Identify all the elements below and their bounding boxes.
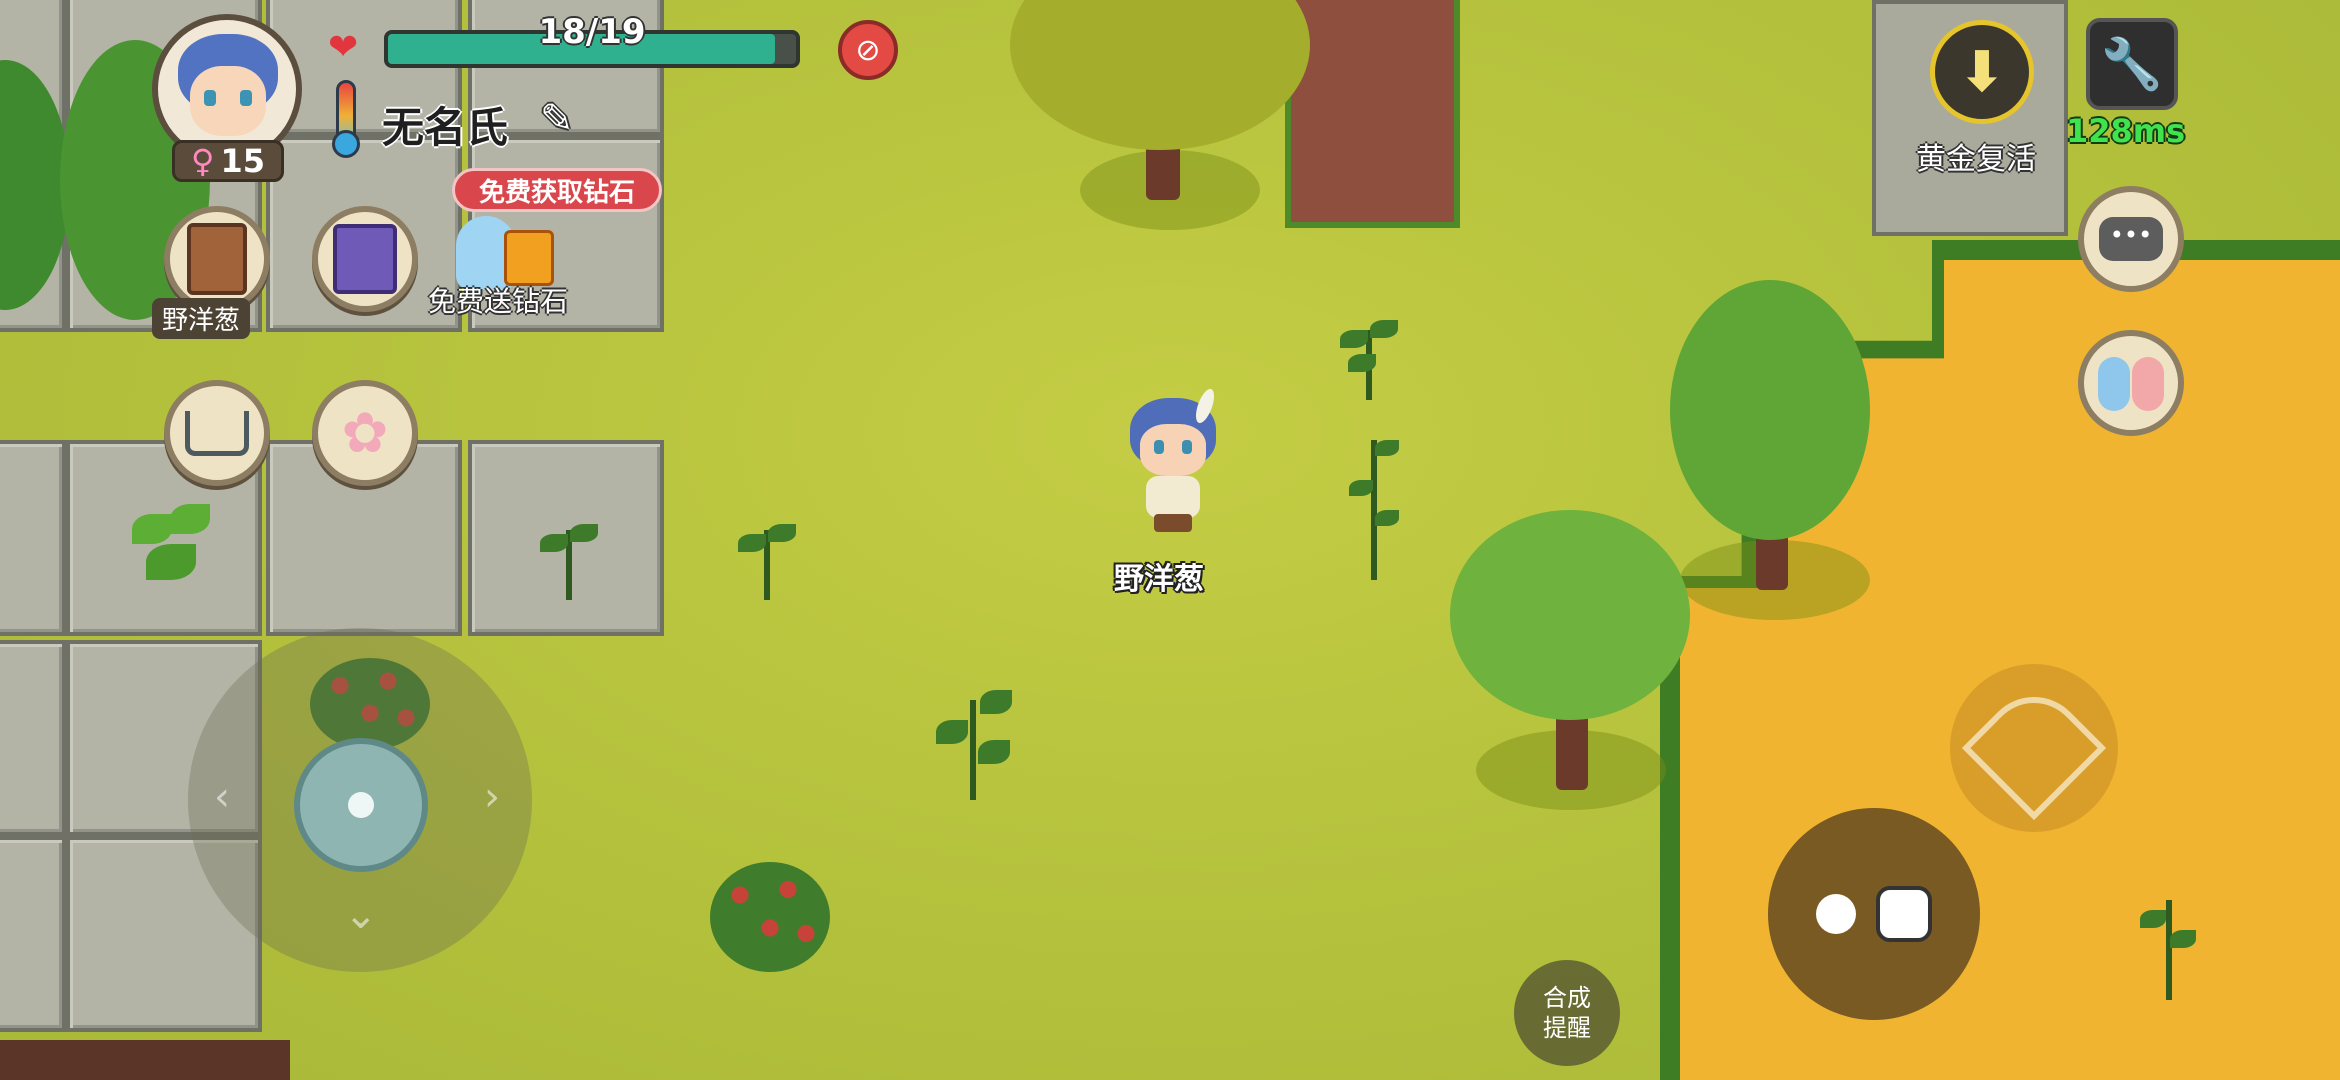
pencil-icon[interactable]: ✎ xyxy=(540,96,588,144)
free-diamond-label: 免费送钻石 xyxy=(428,285,569,318)
ping-text: 128ms xyxy=(2066,112,2186,150)
sapling xyxy=(540,510,600,600)
grab-button[interactable] xyxy=(1768,808,1980,1020)
wild-onion-plant xyxy=(126,494,216,594)
craft-reminder-line2: 提醒 xyxy=(1543,1014,1591,1042)
chat-bubble-icon: ••• xyxy=(2099,217,2163,261)
sapling xyxy=(1345,430,1405,580)
left-arrow-icon: ‹ xyxy=(214,774,230,820)
thermometer-bulb xyxy=(332,130,360,158)
respawn-button[interactable]: ⬇ xyxy=(1930,20,2034,124)
dirt-strip xyxy=(0,1040,290,1080)
item-book-button[interactable] xyxy=(164,206,270,312)
bow-icon xyxy=(1961,675,2107,821)
free-diamond-badge[interactable]: 免费获取钻石 xyxy=(452,168,662,212)
knob-dot-icon xyxy=(348,792,374,818)
no-mask-icon[interactable]: ⊘ xyxy=(838,20,898,80)
grab-hand-icon xyxy=(1876,886,1932,942)
sapling xyxy=(930,680,1020,800)
gift-icon xyxy=(504,230,554,286)
level-badge: ♀ 15 xyxy=(172,140,284,182)
cherry-blossom-icon: ✿ xyxy=(341,400,389,466)
sapling xyxy=(1340,310,1400,400)
level-value: 15 xyxy=(220,142,265,180)
item-label: 野洋葱 xyxy=(152,298,251,339)
friends-icon xyxy=(2096,353,2166,413)
settings-button[interactable]: 🔧 xyxy=(2086,18,2178,110)
tree-right-canopy xyxy=(1670,280,1870,540)
sand-plant xyxy=(2140,890,2200,1000)
bow-attack-button[interactable] xyxy=(1950,664,2118,832)
wrench-icon: 🔧 xyxy=(2100,34,2164,93)
dirt-path xyxy=(1285,0,1460,228)
right-arrow-icon: › xyxy=(484,774,500,820)
player-name: 无名氏 xyxy=(382,103,509,152)
craft-reminder-button[interactable]: 合成 提醒 xyxy=(1514,960,1620,1066)
friends-button[interactable] xyxy=(2078,330,2184,436)
recipe-book-icon xyxy=(333,224,397,294)
player-character[interactable] xyxy=(1118,386,1228,538)
book-icon xyxy=(187,223,247,295)
down-arrow-icon: ⌄ xyxy=(344,892,378,938)
tree-mid-canopy xyxy=(1450,510,1690,720)
craft-reminder-line1: 合成 xyxy=(1543,984,1591,1012)
recipe-book-button[interactable] xyxy=(312,206,418,312)
heart-icon: ❤ xyxy=(328,27,359,68)
ball-icon xyxy=(1816,894,1856,934)
sapling xyxy=(738,510,798,600)
health-text: 18/19 xyxy=(538,12,646,52)
female-icon: ♀ xyxy=(191,142,215,180)
blossom-button[interactable]: ✿ xyxy=(312,380,418,486)
berry-bush xyxy=(710,862,830,972)
chat-button[interactable]: ••• xyxy=(2078,186,2184,292)
down-arrow-icon: ⬇ xyxy=(1958,39,2006,105)
shopping-cart-icon xyxy=(185,410,249,456)
shop-button[interactable] xyxy=(164,380,270,486)
character-name-tag: 野洋葱 xyxy=(1114,562,1204,597)
respawn-label: 黄金复活 xyxy=(1916,142,2036,177)
joystick-knob[interactable] xyxy=(294,738,428,872)
